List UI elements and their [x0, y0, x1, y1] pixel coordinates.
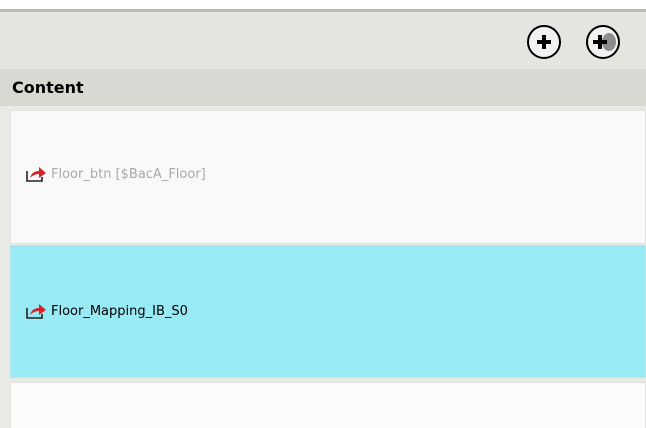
add-multiple-content-button[interactable]	[586, 25, 620, 59]
add-content-button[interactable]	[527, 25, 561, 59]
row-label: Floor_btn [$BacA_Floor]	[51, 166, 206, 182]
window-top-edge	[0, 0, 646, 9]
row-content: Floor_btn [$BacA_Floor]	[25, 166, 206, 182]
link-arrow-icon	[26, 167, 46, 182]
content-toolbar	[0, 12, 646, 69]
plus-icon	[593, 35, 607, 49]
content-header-title: Content	[12, 78, 84, 97]
content-row[interactable]: Floor_btn [$BacA_Floor]	[10, 110, 646, 244]
row-content: Floor_Mapping_IB_S0	[25, 303, 188, 319]
content-row-empty[interactable]	[10, 382, 646, 428]
row-label: Floor_Mapping_IB_S0	[51, 303, 188, 319]
content-row-selected[interactable]: Floor_Mapping_IB_S0	[10, 245, 646, 378]
content-list: Floor_btn [$BacA_Floor] Floor_Mapping_IB…	[0, 106, 646, 428]
plus-icon	[537, 35, 551, 49]
content-header: Content	[0, 69, 646, 106]
link-arrow-icon	[26, 304, 46, 319]
